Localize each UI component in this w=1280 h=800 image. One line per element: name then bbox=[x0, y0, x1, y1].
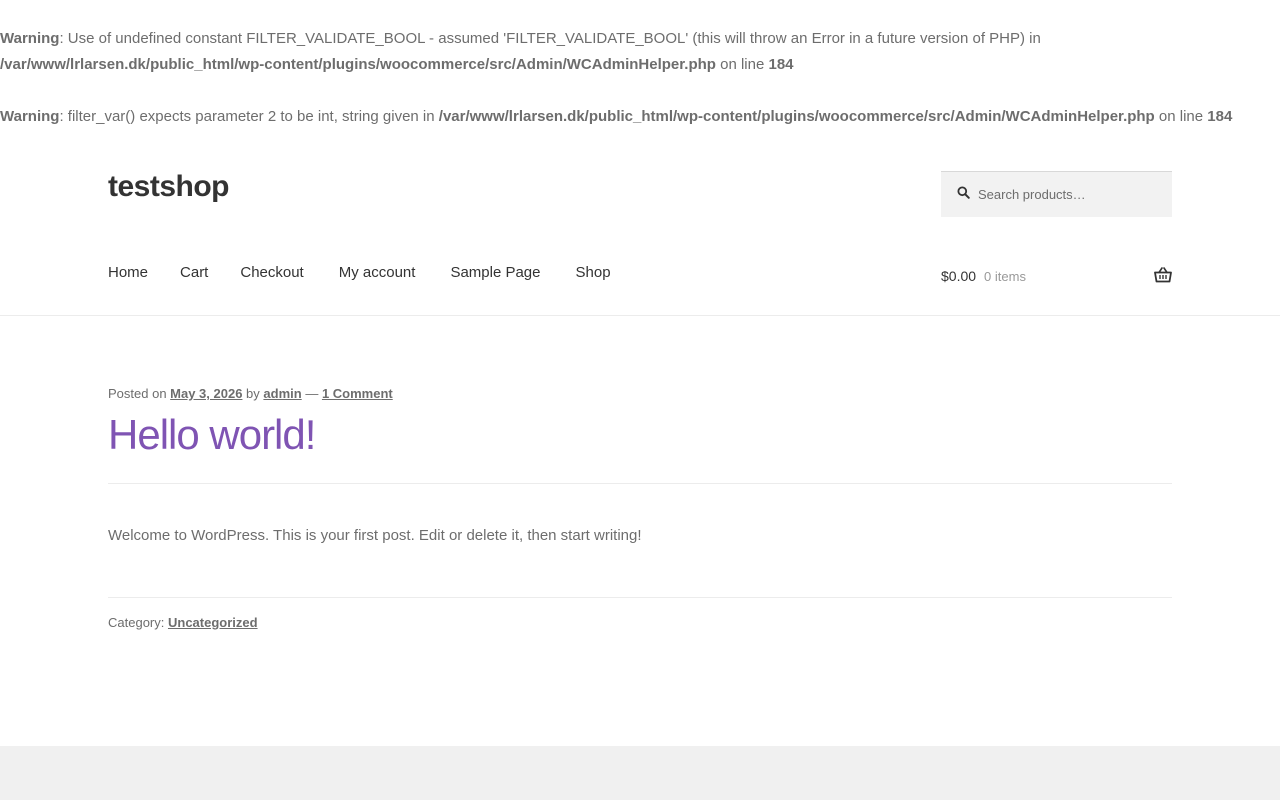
warning-label: Warning bbox=[0, 30, 60, 47]
search-input[interactable] bbox=[978, 187, 1168, 202]
primary-navigation: Home Cart Checkout My account Sample Pag… bbox=[108, 264, 611, 281]
warning-on-line: on line bbox=[715, 56, 769, 73]
basket-icon bbox=[1154, 267, 1172, 283]
cart-item-count: 0 items bbox=[984, 268, 1026, 284]
nav-item-my-account[interactable]: My account bbox=[339, 264, 416, 281]
post-title-divider bbox=[108, 483, 1172, 484]
post-content-divider bbox=[108, 597, 1172, 598]
warning-path: /var/www/lrlarsen.dk/public_html/wp-cont… bbox=[438, 108, 1155, 125]
php-warnings: Warning: Use of undefined constant FILTE… bbox=[0, 26, 1280, 130]
post-comments-link[interactable]: 1 Comment bbox=[322, 386, 393, 401]
warning-path: /var/www/lrlarsen.dk/public_html/wp-cont… bbox=[0, 56, 716, 73]
by-label: by bbox=[242, 386, 264, 401]
header-divider bbox=[0, 315, 1280, 316]
post-meta: Posted on May 3, 2026 by admin — 1 Comme… bbox=[108, 386, 393, 401]
nav-item-checkout[interactable]: Checkout bbox=[240, 264, 303, 281]
category-link[interactable]: Uncategorized bbox=[168, 615, 258, 630]
warning-on-line: on line bbox=[1154, 108, 1208, 125]
cart-amount: $0.00 bbox=[941, 268, 977, 284]
warning-message: : filter_var() expects parameter 2 to be… bbox=[59, 108, 439, 125]
warning-line-number: 184 bbox=[768, 56, 794, 73]
site-title-link[interactable]: testshop bbox=[108, 170, 230, 204]
nav-item-cart[interactable]: Cart bbox=[180, 264, 208, 281]
post-content: Welcome to WordPress. This is your first… bbox=[108, 527, 642, 544]
product-search[interactable] bbox=[941, 171, 1172, 217]
nav-item-sample-page[interactable]: Sample Page bbox=[450, 264, 540, 281]
meta-separator: — bbox=[301, 386, 322, 401]
site-footer bbox=[0, 746, 1280, 800]
post-date-link[interactable]: May 3, 2026 bbox=[170, 386, 242, 401]
nav-item-home[interactable]: Home bbox=[108, 264, 148, 281]
warning-line-number: 184 bbox=[1207, 108, 1233, 125]
posted-on-label: Posted on bbox=[108, 386, 171, 401]
nav-item-shop[interactable]: Shop bbox=[576, 264, 611, 281]
search-icon bbox=[957, 186, 970, 203]
category-label: Category: bbox=[108, 615, 168, 630]
warning-message: : Use of undefined constant FILTER_VALID… bbox=[59, 30, 1041, 47]
post-category: Category: Uncategorized bbox=[108, 615, 258, 630]
header-cart[interactable]: $0.00 0 items bbox=[941, 264, 1172, 288]
post-title: Hello world! bbox=[108, 411, 316, 458]
warning-label: Warning bbox=[0, 108, 60, 125]
post-author-link[interactable]: admin bbox=[263, 386, 301, 401]
php-warning-1: Warning: Use of undefined constant FILTE… bbox=[0, 26, 1280, 78]
php-warning-2: Warning: filter_var() expects parameter … bbox=[0, 104, 1280, 130]
